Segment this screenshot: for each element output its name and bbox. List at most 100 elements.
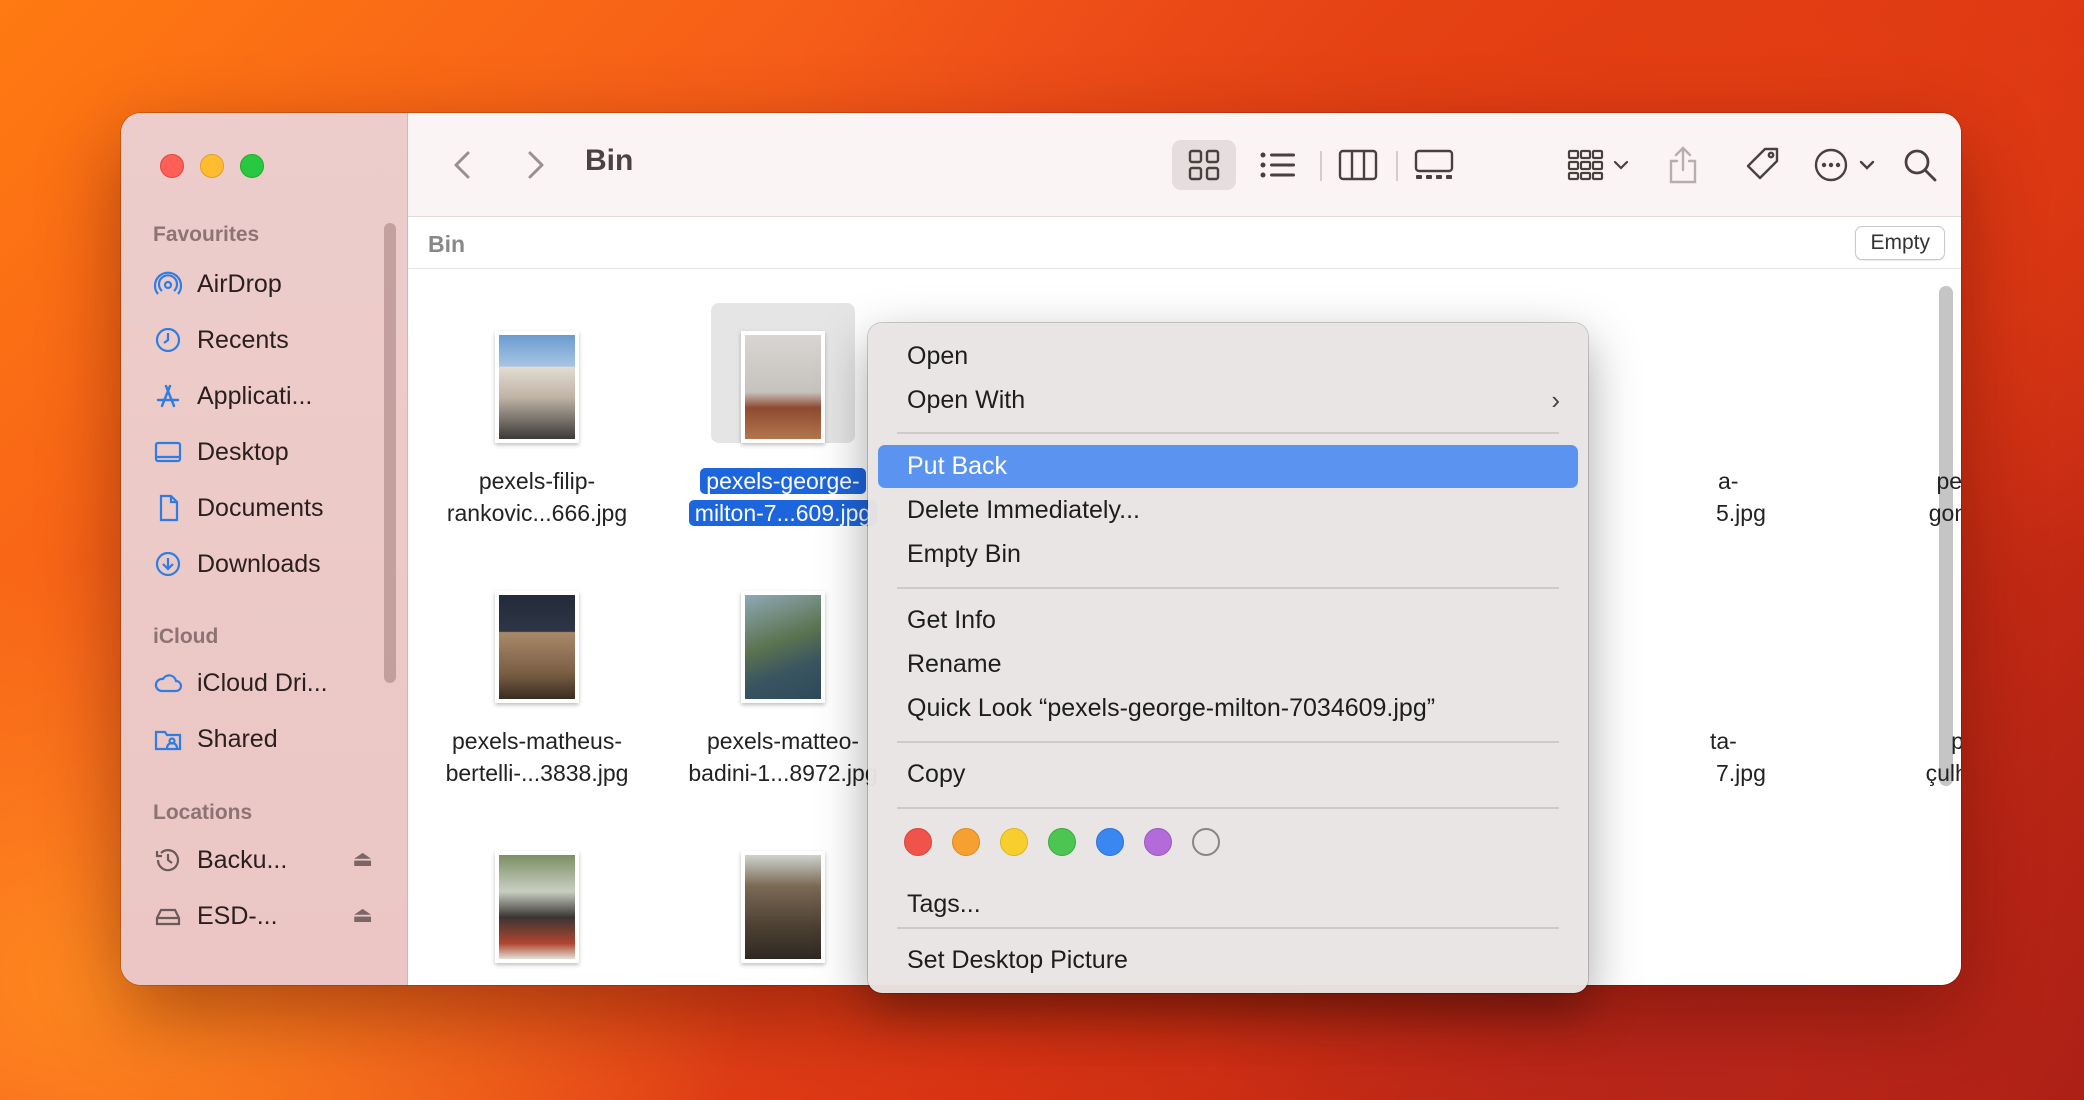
menu-item-rename[interactable]: Rename bbox=[878, 643, 1578, 686]
tag-yellow-swatch[interactable] bbox=[1000, 828, 1028, 856]
file-item-selected[interactable]: pexels-george-milton-7...609.jpg bbox=[668, 303, 898, 529]
file-name: pexels-matheus-bertelli-...3838.jpg bbox=[445, 728, 629, 786]
toolbar: Bin bbox=[408, 113, 1961, 217]
tag-none-swatch[interactable] bbox=[1192, 828, 1220, 856]
download-icon bbox=[155, 551, 181, 577]
eject-icon[interactable]: ⏏ bbox=[352, 902, 373, 928]
list-view-button[interactable] bbox=[1246, 140, 1310, 190]
menu-item-quick-look[interactable]: Quick Look “pexels-george-milton-7034609… bbox=[878, 687, 1578, 730]
sidebar-item-recents[interactable]: Recents bbox=[153, 320, 383, 360]
forward-chevron-icon[interactable] bbox=[514, 145, 554, 185]
menu-item-empty-bin[interactable]: Empty Bin bbox=[878, 533, 1578, 576]
tag-red-swatch[interactable] bbox=[904, 828, 932, 856]
menu-item-open-with[interactable]: Open With › bbox=[878, 379, 1578, 422]
sidebar-scrollbar[interactable] bbox=[384, 223, 396, 683]
tag-green-swatch[interactable] bbox=[1048, 828, 1076, 856]
sidebar-item-label: Recents bbox=[197, 325, 289, 354]
grid-icon bbox=[1188, 149, 1220, 181]
eject-icon[interactable]: ⏏ bbox=[352, 846, 373, 872]
file-thumbnail bbox=[741, 851, 825, 963]
group-icon bbox=[1567, 149, 1629, 181]
file-item[interactable] bbox=[1902, 823, 1961, 963]
menu-item-get-info[interactable]: Get Info bbox=[878, 599, 1578, 642]
file-item[interactable] bbox=[422, 823, 652, 963]
gallery-view-button[interactable] bbox=[1402, 140, 1466, 190]
file-name: pexels-george-milton-7...609.jpg bbox=[668, 465, 898, 529]
shared-folder-icon bbox=[154, 730, 182, 751]
toolbar-separator bbox=[1320, 151, 1322, 181]
sidebar-item-label: Downloads bbox=[197, 549, 321, 578]
icon-view-button[interactable] bbox=[1172, 140, 1236, 190]
file-item[interactable]: pexels-matteo-badini-1...8972.jpg bbox=[668, 563, 898, 789]
desktop-icon bbox=[154, 441, 182, 463]
share-button[interactable] bbox=[1658, 140, 1708, 190]
sidebar-item-esd[interactable]: ESD-... bbox=[153, 896, 383, 936]
file-thumbnail bbox=[741, 331, 825, 443]
tag-color-row bbox=[904, 828, 1220, 856]
menu-separator bbox=[897, 741, 1559, 743]
menu-item-label: Open With bbox=[907, 386, 1026, 414]
back-chevron-icon[interactable] bbox=[444, 145, 484, 185]
tag-blue-swatch[interactable] bbox=[1096, 828, 1124, 856]
window-title: Bin bbox=[585, 144, 634, 177]
sidebar-item-icloud-drive[interactable]: iCloud Dri... bbox=[153, 663, 383, 703]
file-item[interactable]: pexels-filip-rankovic...666.jpg bbox=[422, 303, 652, 529]
share-icon bbox=[1669, 146, 1697, 184]
file-item[interactable]: a- 5.jpg bbox=[1638, 303, 1868, 529]
file-thumbnail bbox=[495, 591, 579, 703]
file-name: pexels-maksim-gonchar...263.jpg bbox=[1928, 468, 1961, 526]
group-by-button[interactable] bbox=[1560, 140, 1644, 190]
tags-button[interactable] bbox=[1738, 140, 1788, 190]
applications-icon bbox=[156, 384, 180, 408]
file-item[interactable]: pexels-matheus-bertelli-...3838.jpg bbox=[422, 563, 652, 789]
sidebar-item-shared[interactable]: Shared bbox=[153, 719, 383, 759]
sidebar-item-airdrop[interactable]: AirDrop bbox=[153, 264, 383, 304]
file-item[interactable]: ta- 7.jpg bbox=[1638, 563, 1868, 789]
sidebar-item-backup[interactable]: Backu... bbox=[153, 840, 383, 880]
close-button[interactable] bbox=[160, 154, 184, 178]
file-thumbnail bbox=[495, 331, 579, 443]
file-item[interactable]: pexels-ozan-çulha-1...2223.jpg bbox=[1902, 563, 1961, 789]
column-view-button[interactable] bbox=[1326, 140, 1390, 190]
file-item[interactable]: pexels-maksim-gonchar...263.jpg bbox=[1902, 303, 1961, 529]
sidebar-section-favourites: Favourites bbox=[153, 223, 260, 246]
clock-icon bbox=[155, 327, 181, 353]
file-name: pexels-matteo-badini-1...8972.jpg bbox=[688, 728, 878, 786]
sidebar: Favourites AirDrop Recents Applicati... … bbox=[121, 113, 408, 985]
sidebar-item-downloads[interactable]: Downloads bbox=[153, 544, 383, 584]
file-item[interactable] bbox=[668, 823, 898, 963]
more-actions-button[interactable] bbox=[1806, 140, 1890, 190]
sidebar-item-label: Shared bbox=[197, 724, 278, 753]
sidebar-section-icloud: iCloud bbox=[153, 625, 219, 648]
tag-purple-swatch[interactable] bbox=[1144, 828, 1172, 856]
columns-icon bbox=[1338, 149, 1378, 181]
minimize-button[interactable] bbox=[200, 154, 224, 178]
tag-icon bbox=[1746, 147, 1779, 180]
menu-separator bbox=[897, 807, 1559, 809]
file-name: pexels-filip-rankovic...666.jpg bbox=[446, 468, 628, 526]
sidebar-item-label: Applicati... bbox=[197, 381, 313, 410]
sidebar-section-locations: Locations bbox=[153, 801, 253, 824]
menu-item-delete-immediately[interactable]: Delete Immediately... bbox=[878, 489, 1578, 532]
menu-item-tags[interactable]: Tags... bbox=[878, 883, 1578, 926]
airdrop-icon bbox=[153, 271, 183, 295]
sidebar-item-applications[interactable]: Applicati... bbox=[153, 376, 383, 416]
empty-bin-button[interactable]: Empty bbox=[1855, 226, 1945, 260]
menu-item-put-back[interactable]: Put Back bbox=[878, 445, 1578, 488]
sidebar-item-label: Backu... bbox=[197, 845, 288, 874]
tag-orange-swatch[interactable] bbox=[952, 828, 980, 856]
search-button[interactable] bbox=[1888, 140, 1952, 190]
sidebar-item-label: iCloud Dri... bbox=[197, 668, 328, 697]
path-bar: Bin Empty bbox=[408, 217, 1961, 269]
menu-item-set-desktop-picture[interactable]: Set Desktop Picture bbox=[878, 939, 1578, 982]
file-thumbnail bbox=[741, 591, 825, 703]
menu-item-open[interactable]: Open bbox=[878, 335, 1578, 378]
zoom-button[interactable] bbox=[240, 154, 264, 178]
document-icon bbox=[159, 494, 179, 522]
sidebar-item-desktop[interactable]: Desktop bbox=[153, 432, 383, 472]
menu-separator bbox=[897, 927, 1559, 929]
gallery-icon bbox=[1414, 149, 1454, 179]
menu-item-copy[interactable]: Copy bbox=[878, 753, 1578, 796]
time-machine-icon bbox=[155, 849, 180, 872]
sidebar-item-documents[interactable]: Documents bbox=[153, 488, 383, 528]
